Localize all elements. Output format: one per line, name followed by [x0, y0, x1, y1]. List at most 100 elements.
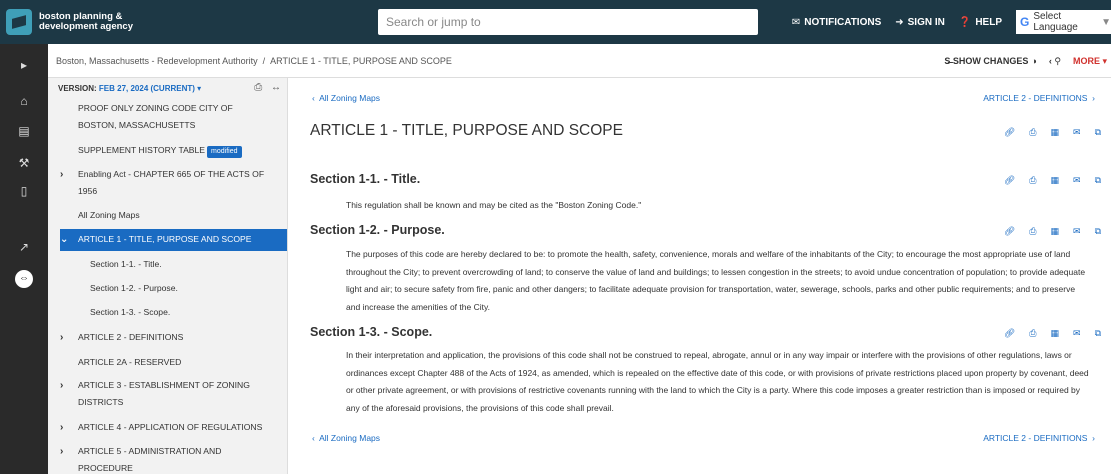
- download-icon[interactable]: ▦: [1051, 175, 1060, 186]
- toc-label: ARTICLE 5 - ADMINISTRATION AND: [78, 446, 222, 456]
- help-button[interactable]: ❓ HELP: [959, 17, 1002, 28]
- sign-in-label: SIGN IN: [907, 16, 945, 28]
- toc-item-article-5-2[interactable]: PROCEDURE: [78, 460, 278, 474]
- toc-item-proof-only-2[interactable]: BOSTON, MASSACHUSETTS: [78, 117, 278, 134]
- toc-item-article-4[interactable]: › ARTICLE 4 - APPLICATION OF REGULATIONS: [60, 419, 278, 436]
- section-title-1-3: Section 1-3. - Scope.: [310, 325, 433, 339]
- toc-label: ARTICLE 1 - TITLE, PURPOSE AND SCOPE: [78, 234, 252, 244]
- section-tools-1-2: 🔗︎ ⎙ ▦ ✉ ⧉: [990, 226, 1101, 237]
- toc-sidebar: VERSION: FEB 27, 2024 (CURRENT) ▾ ⎙ ↔ PR…: [48, 78, 288, 474]
- toc-item-article-2a[interactable]: ARTICLE 2A - RESERVED: [78, 354, 278, 371]
- version-value: FEB 27, 2024 (CURRENT): [98, 84, 195, 93]
- download-icon[interactable]: ▦: [1051, 328, 1060, 339]
- toc-item-article-3-2[interactable]: DISTRICTS: [78, 394, 278, 411]
- toc-item-section-1-3[interactable]: Section 1-3. - Scope.: [90, 304, 287, 321]
- prev-link-bottom[interactable]: ‹ All Zoning Maps: [312, 433, 380, 443]
- link-icon[interactable]: 🔗︎: [1004, 226, 1015, 237]
- expand-icon[interactable]: ▸: [0, 58, 48, 72]
- toc-label: BOSTON, MASSACHUSETTS: [78, 120, 196, 130]
- search-icon[interactable]: ‹ ⚲: [1049, 56, 1061, 67]
- download-icon[interactable]: ▦: [1051, 127, 1060, 138]
- notifications-label: NOTIFICATIONS: [804, 16, 882, 28]
- expand-width-icon[interactable]: ↔: [271, 82, 281, 93]
- toc-label: PROCEDURE: [78, 463, 133, 473]
- prev-link-top[interactable]: ‹ All Zoning Maps: [312, 93, 380, 103]
- section-tools-1-1: 🔗︎ ⎙ ▦ ✉ ⧉: [990, 175, 1101, 186]
- toc-label: Enabling Act - CHAPTER 665 OF THE ACTS O…: [78, 169, 265, 179]
- hammer-icon[interactable]: ⚒: [0, 156, 48, 170]
- external-link-icon[interactable]: ↗: [0, 240, 48, 254]
- help-label: HELP: [975, 16, 1002, 28]
- toc-item-article-2[interactable]: › ARTICLE 2 - DEFINITIONS: [60, 329, 278, 346]
- link-icon[interactable]: ⇔: [15, 270, 33, 288]
- next-link-bottom[interactable]: ARTICLE 2 - DEFINITIONS ›: [983, 433, 1095, 443]
- toc-item-section-1-2[interactable]: Section 1-2. - Purpose.: [90, 280, 287, 297]
- toc-item-proof-only[interactable]: PROOF ONLY ZONING CODE CITY OF: [78, 100, 278, 117]
- toc-label: PROOF ONLY ZONING CODE CITY OF: [78, 103, 233, 113]
- copy-icon[interactable]: ⧉: [1095, 127, 1101, 138]
- document-icon[interactable]: ▯: [0, 184, 48, 198]
- email-icon[interactable]: ✉: [1073, 328, 1081, 339]
- article-tools: 🔗︎ ⎙ ▦ ✉ ⧉: [990, 127, 1101, 138]
- print-icon[interactable]: ⎙: [1029, 127, 1036, 138]
- envelope-icon: ✉: [791, 16, 801, 28]
- toc-item-article-5[interactable]: › ARTICLE 5 - ADMINISTRATION AND: [60, 443, 278, 460]
- email-icon[interactable]: ✉: [1073, 226, 1081, 237]
- more-label: MORE: [1072, 55, 1100, 66]
- logo-text: boston planning & development agency: [39, 12, 133, 32]
- prev-link-label: All Zoning Maps: [319, 433, 381, 443]
- toc-label: ARTICLE 2 - DEFINITIONS: [78, 332, 184, 342]
- copy-icon[interactable]: ⧉: [1095, 226, 1101, 237]
- download-icon[interactable]: ▦: [1051, 226, 1060, 237]
- toc-label: ARTICLE 2A - RESERVED: [78, 357, 182, 367]
- copy-icon[interactable]: ⧉: [1095, 328, 1101, 339]
- print-icon[interactable]: ⎙: [1029, 328, 1036, 339]
- copy-icon[interactable]: ⧉: [1095, 175, 1101, 186]
- home-icon[interactable]: ⌂: [0, 94, 48, 108]
- toc-item-supplement-history[interactable]: SUPPLEMENT HISTORY TABLE modified: [78, 142, 278, 159]
- next-link-top[interactable]: ARTICLE 2 - DEFINITIONS ›: [983, 93, 1095, 103]
- link-icon[interactable]: 🔗︎: [1004, 328, 1015, 339]
- show-changes-button[interactable]: S̶ SHOW CHANGES ◑: [944, 56, 1036, 66]
- logo-line2: development agency: [39, 21, 133, 32]
- toc-item-enabling-act[interactable]: › Enabling Act - CHAPTER 665 OF THE ACTS …: [60, 166, 278, 183]
- toc-item-all-zoning-maps[interactable]: All Zoning Maps: [78, 207, 278, 224]
- version-label: VERSION:: [58, 84, 97, 93]
- chevron-right-icon: ›: [60, 332, 64, 343]
- version-selector[interactable]: VERSION: FEB 27, 2024 (CURRENT) ▾: [58, 84, 201, 93]
- chevron-right-icon: ›: [60, 380, 64, 391]
- toc-label: DISTRICTS: [78, 397, 124, 407]
- top-bar: boston planning & development agency Sea…: [0, 0, 1111, 44]
- article-title: ARTICLE 1 - TITLE, PURPOSE AND SCOPE: [310, 122, 623, 139]
- breadcrumb: Boston, Massachusetts - Redevelopment Au…: [48, 44, 1111, 78]
- toc-item-article-3[interactable]: › ARTICLE 3 - ESTABLISHMENT OF ZONING: [60, 377, 278, 394]
- sign-in-button[interactable]: ➜ SIGN IN: [895, 17, 945, 28]
- sign-in-icon: ➜: [895, 16, 904, 28]
- modified-badge: modified: [207, 146, 242, 158]
- search-input[interactable]: Search or jump to: [378, 9, 758, 35]
- email-icon[interactable]: ✉: [1073, 175, 1081, 186]
- link-icon[interactable]: 🔗︎: [1004, 175, 1015, 186]
- more-button[interactable]: MORE ▾: [1073, 56, 1107, 67]
- toc-item-section-1-1[interactable]: Section 1-1. - Title.: [90, 256, 287, 273]
- print-icon[interactable]: ⎙: [254, 82, 262, 93]
- logo[interactable]: boston planning & development agency: [0, 9, 290, 35]
- toc-label: Section 1-2. - Purpose.: [90, 283, 178, 293]
- email-icon[interactable]: ✉: [1073, 127, 1081, 138]
- chevron-down-icon: ▾: [197, 84, 202, 93]
- notifications-button[interactable]: ✉ NOTIFICATIONS: [792, 17, 881, 28]
- language-select[interactable]: G Select Language ▼: [1016, 10, 1111, 34]
- next-link-label: ARTICLE 2 - DEFINITIONS: [983, 93, 1088, 103]
- print-icon[interactable]: ⎙: [1029, 175, 1036, 186]
- book-icon[interactable]: ▤: [0, 124, 48, 138]
- toc-item-article-1[interactable]: ⌄ ARTICLE 1 - TITLE, PURPOSE AND SCOPE: [60, 231, 278, 248]
- link-icon[interactable]: 🔗︎: [1004, 127, 1015, 138]
- strike-icon: S̶: [944, 56, 953, 66]
- print-icon[interactable]: ⎙: [1029, 226, 1036, 237]
- toc-label: Section 1-3. - Scope.: [90, 307, 171, 317]
- breadcrumb-root[interactable]: Boston, Massachusetts - Redevelopment Au…: [56, 56, 258, 66]
- icon-rail: ▸ ⌂ ▤ ⚒ ▯ ↗ ⇔: [0, 44, 48, 474]
- toc-item-enabling-act-2[interactable]: 1956: [78, 183, 278, 200]
- chevron-right-icon: ›: [60, 422, 64, 433]
- toc-label: ARTICLE 3 - ESTABLISHMENT OF ZONING: [78, 380, 250, 390]
